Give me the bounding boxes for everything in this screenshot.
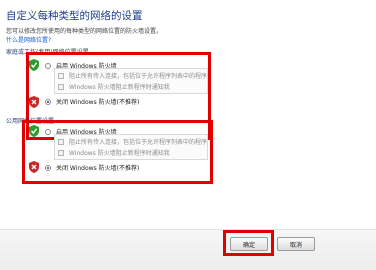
page-description: 您可以修改您所使用的每种类型的网络位置的防火墙设置。 <box>6 28 163 35</box>
public-notify-label: Windows 防火墙阻止新程序时通知我 <box>69 150 170 157</box>
public-block-all-option[interactable]: 阻止所有传入连接，包括位于允许程序列表中的程序 <box>58 137 207 146</box>
public-notify-option[interactable]: Windows 防火墙阻止新程序时通知我 <box>58 148 170 157</box>
page-title: 自定义每种类型的网络的设置 <box>6 10 143 22</box>
home-notify-label: Windows 防火墙阻止新程序时通知我 <box>69 84 170 91</box>
public-disable-label: 关闭 Windows 防火墙(不推荐) <box>56 165 140 172</box>
home-disable-label: 关闭 Windows 防火墙(不推荐) <box>56 99 140 106</box>
public-block-all-label: 阻止所有传入连接，包括位于允许程序列表中的程序 <box>69 139 208 146</box>
public-disable-radio[interactable] <box>45 164 51 171</box>
home-block-all-checkbox[interactable] <box>58 72 64 79</box>
public-notify-checkbox[interactable] <box>58 149 64 156</box>
home-disable-firewall-option[interactable]: 关闭 Windows 防火墙(不推荐) <box>45 97 139 106</box>
home-block-all-label: 阻止所有传入连接，包括位于允许程序列表中的程序 <box>69 73 208 80</box>
public-block-all-checkbox[interactable] <box>58 138 64 145</box>
red-shield-x-icon <box>29 161 39 173</box>
home-notify-option[interactable]: Windows 防火墙阻止新程序时通知我 <box>58 82 170 91</box>
red-shield-x-icon <box>29 96 39 108</box>
public-disable-firewall-option[interactable]: 关闭 Windows 防火墙(不推荐) <box>45 163 139 172</box>
home-notify-checkbox[interactable] <box>58 83 64 90</box>
network-location-help-link[interactable]: 什么是网络位置? <box>6 35 51 44</box>
cancel-button[interactable]: 取消 <box>277 237 315 251</box>
dialog-footer <box>0 229 376 270</box>
home-disable-radio[interactable] <box>45 98 51 105</box>
home-enable-radio[interactable] <box>45 62 51 69</box>
green-shield-check-icon <box>29 125 39 137</box>
home-block-all-option[interactable]: 阻止所有传入连接，包括位于允许程序列表中的程序 <box>58 71 207 80</box>
green-shield-check-icon <box>29 59 39 71</box>
ok-button[interactable]: 确定 <box>230 237 268 251</box>
public-enable-radio[interactable] <box>45 128 51 135</box>
